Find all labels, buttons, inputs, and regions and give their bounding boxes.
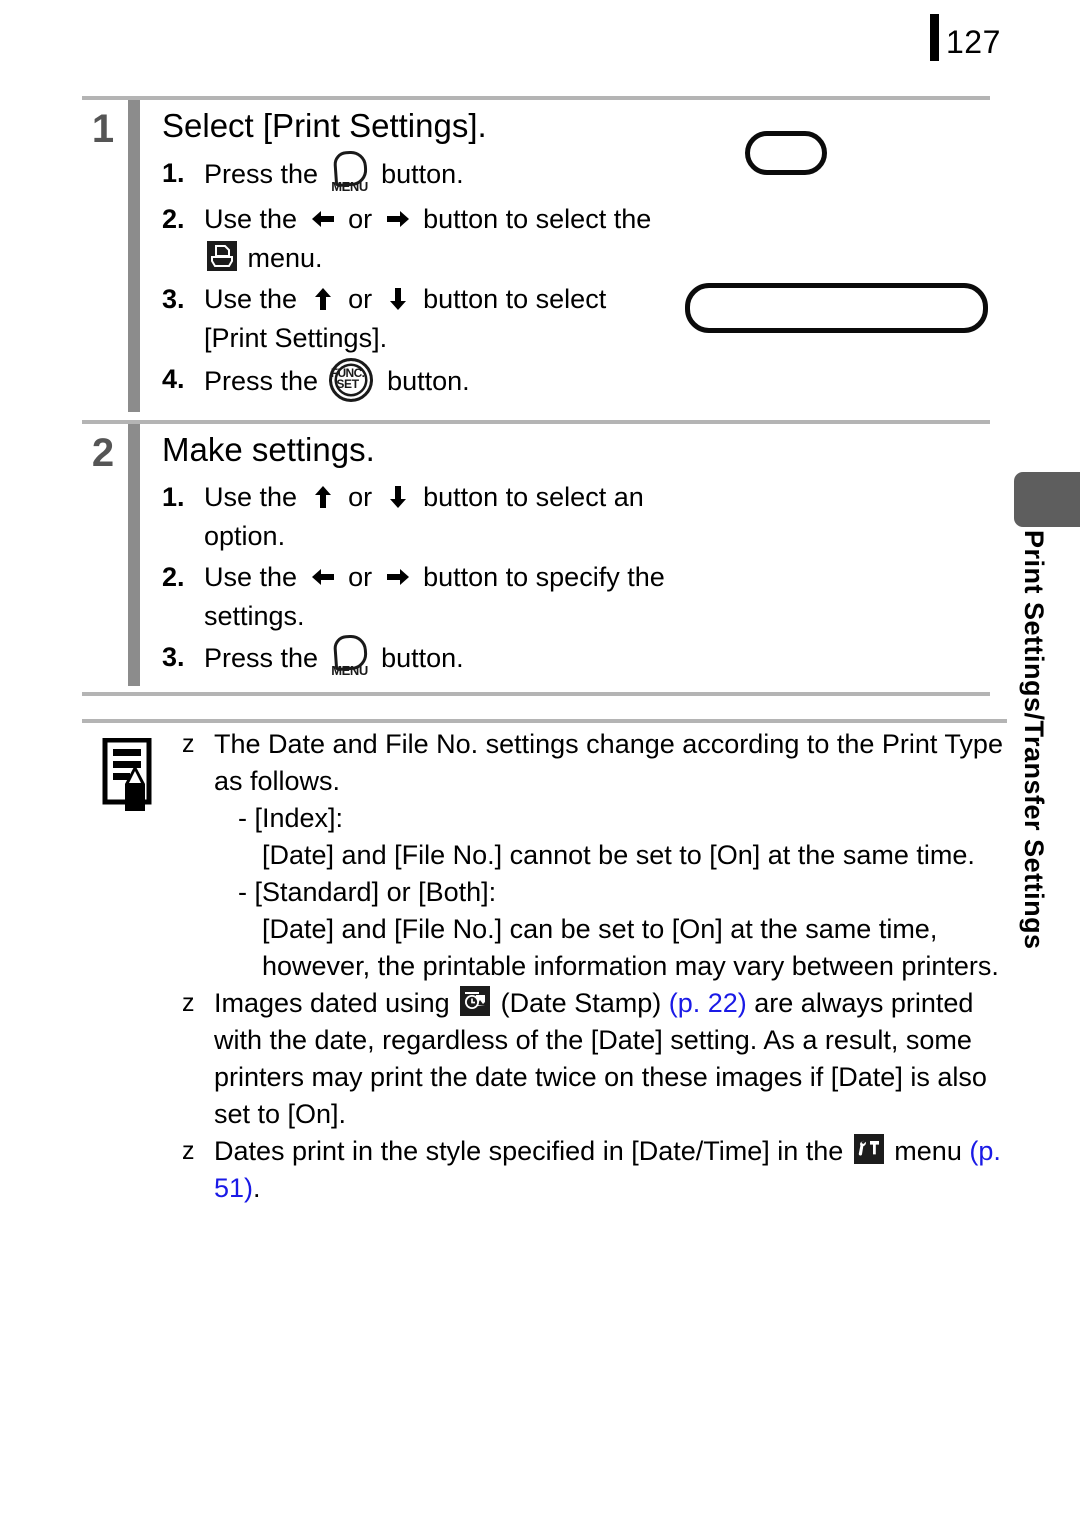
substep-text-pre: Use the bbox=[204, 204, 305, 234]
step-body: Make settings. 1. Use the or button to s… bbox=[162, 424, 762, 684]
note-subline: - [Standard] or [Both]: bbox=[238, 877, 497, 907]
note-item-text-mid: (Date Stamp) bbox=[493, 988, 669, 1018]
substep-text-mid: or bbox=[340, 562, 380, 592]
substep-text-pre: Press the bbox=[204, 366, 326, 397]
substep: 1. Use the or button to select an option… bbox=[162, 478, 762, 556]
note-bullet: z bbox=[182, 730, 195, 758]
step-title: Make settings. bbox=[162, 431, 375, 468]
substep-line2: menu. bbox=[204, 239, 762, 278]
substep-line2: [Print Settings]. bbox=[204, 323, 388, 353]
substep: 2. Use the or button to select the menu. bbox=[162, 200, 762, 278]
step-number: 2 bbox=[91, 431, 115, 475]
step-number: 1 bbox=[91, 107, 115, 151]
tools-menu-icon bbox=[853, 1133, 884, 1164]
note-item-text-pre: Images dated using bbox=[214, 988, 458, 1018]
step-accent-bar bbox=[128, 424, 140, 686]
page-number: 127 bbox=[946, 24, 1001, 60]
substep-number: 3. bbox=[162, 284, 185, 314]
substep-number: 1. bbox=[162, 482, 185, 512]
substep-text-mid: or bbox=[340, 482, 380, 512]
substep-line2: settings. bbox=[204, 601, 305, 631]
note-item-text-pre: Dates print in the style specified in [D… bbox=[214, 1136, 851, 1166]
substep-text-post: button to specify the bbox=[415, 562, 665, 592]
substep: 3. Press the MENU button. bbox=[162, 633, 762, 682]
substep-text-post: button to select an bbox=[415, 482, 644, 512]
substep-text-post: button to select bbox=[415, 284, 607, 314]
right-arrow-icon bbox=[385, 564, 411, 590]
page-number-rule bbox=[930, 14, 939, 61]
substep-number: 3. bbox=[162, 642, 185, 672]
note-item-text-post: . bbox=[253, 1173, 261, 1203]
substep-text-pre: Press the bbox=[204, 643, 326, 674]
note-list: z The Date and File No. settings change … bbox=[182, 726, 1012, 1207]
up-arrow-icon bbox=[310, 286, 336, 312]
substep-number: 2. bbox=[162, 204, 185, 234]
note-subline: - [Index]: bbox=[238, 803, 344, 833]
down-arrow-icon bbox=[385, 286, 411, 312]
substep-line2: option. bbox=[204, 521, 286, 551]
substep: 2. Use the or button to specify the sett… bbox=[162, 558, 762, 636]
right-arrow-icon bbox=[385, 206, 411, 232]
substep-number: 4. bbox=[162, 364, 185, 394]
left-arrow-icon bbox=[310, 206, 336, 232]
note-item: z The Date and File No. settings change … bbox=[182, 726, 1012, 985]
substep-text-pre: Press the bbox=[204, 159, 326, 190]
side-tab-marker bbox=[1014, 472, 1080, 527]
substep-line2-text: menu. bbox=[240, 243, 323, 273]
substep-text-mid: or bbox=[340, 204, 380, 234]
substep-text-pre: Use the bbox=[204, 482, 305, 512]
page-reference-link[interactable]: (p. 22) bbox=[669, 988, 747, 1018]
note-bullet: z bbox=[182, 1137, 195, 1165]
substep: 4. Press the FUNC. SET button. bbox=[162, 358, 762, 406]
note-item: z Images dated using (Date Stamp) (p. 22)… bbox=[182, 985, 1012, 1133]
substep: 3. Use the or button to select [Print Se… bbox=[162, 280, 762, 358]
substep-text-mid: or bbox=[340, 284, 380, 314]
rule-above-note bbox=[82, 719, 1007, 723]
substep-number: 2. bbox=[162, 562, 185, 592]
print-menu-icon bbox=[207, 240, 237, 271]
substep-text-post: button to select the bbox=[415, 204, 652, 234]
date-stamp-icon bbox=[460, 985, 491, 1016]
note-subline: [Date] and [File No.] cannot be set to [… bbox=[262, 840, 975, 870]
down-arrow-icon bbox=[385, 484, 411, 510]
substep-number: 1. bbox=[162, 158, 185, 188]
func-set-button-icon: FUNC. SET bbox=[328, 358, 377, 404]
rule-below-step-2 bbox=[82, 692, 990, 696]
step-accent-bar bbox=[128, 100, 140, 412]
note-subline: [Date] and [File No.] can be set to [On]… bbox=[262, 914, 999, 981]
menu-button-icon: MENU bbox=[330, 149, 370, 195]
substep-text-post: button. bbox=[373, 643, 464, 674]
step-body: Select [Print Settings]. 1. Press the ME… bbox=[162, 100, 762, 408]
step-title: Select [Print Settings]. bbox=[162, 107, 487, 144]
substep-text-pre: Use the bbox=[204, 284, 305, 314]
note-bullet: z bbox=[182, 989, 195, 1017]
note-item-text-mid: menu bbox=[886, 1136, 970, 1166]
substep: 1. Press the MENU button. bbox=[162, 149, 762, 198]
substep-text-pre: Use the bbox=[204, 562, 305, 592]
note-pencil-icon bbox=[102, 737, 160, 814]
note-item-text: The Date and File No. settings change ac… bbox=[214, 729, 1003, 796]
menu-button-icon: MENU bbox=[330, 633, 370, 679]
substep-text-post: button. bbox=[379, 366, 470, 397]
side-tab-label: Print Settings/Transfer Settings bbox=[1019, 530, 1049, 950]
substep-text-post: button. bbox=[373, 159, 464, 190]
left-arrow-icon bbox=[310, 564, 336, 590]
note-item: z Dates print in the style specified in [… bbox=[182, 1133, 1012, 1207]
up-arrow-icon bbox=[310, 484, 336, 510]
